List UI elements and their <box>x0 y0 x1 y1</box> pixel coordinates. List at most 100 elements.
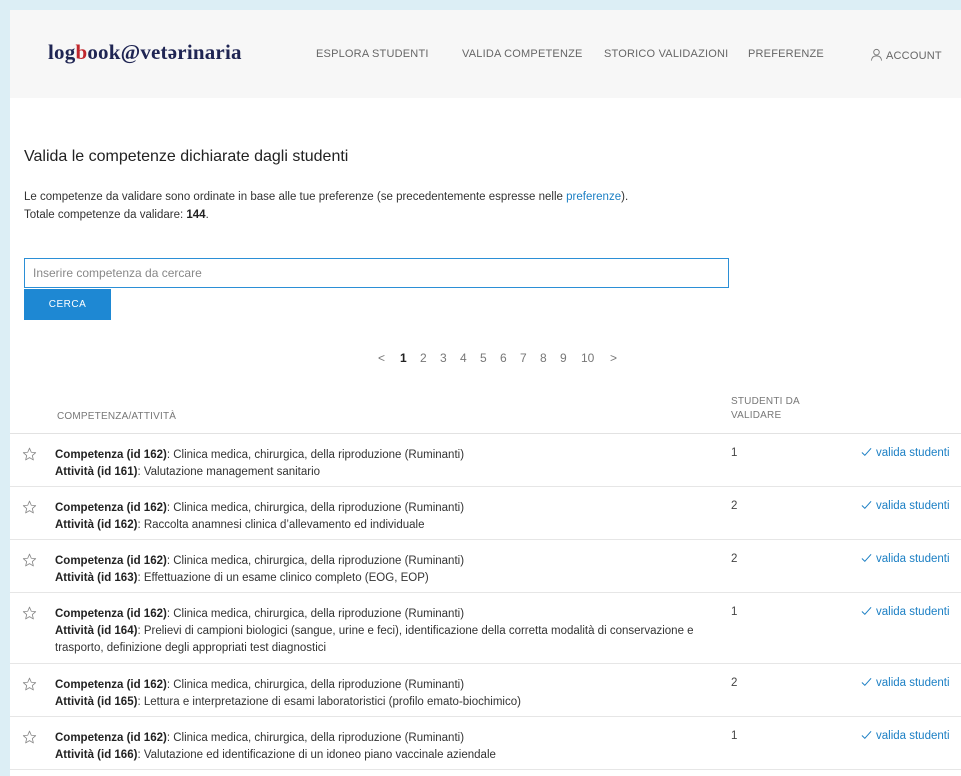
row-description: Competenza (id 162): Clinica medica, chi… <box>55 730 735 764</box>
description-text: ). <box>621 191 629 203</box>
nav-storico-validazioni[interactable]: STORICO VALIDAZIONI <box>604 48 728 60</box>
search-input[interactable] <box>24 258 729 288</box>
check-icon <box>861 677 872 687</box>
row-description: Competenza (id 162): Clinica medica, chi… <box>55 500 735 534</box>
competenza-text: : Clinica medica, chirurgica, della ripr… <box>166 449 465 461</box>
user-icon <box>870 48 883 61</box>
search-button[interactable]: CERCA <box>24 289 111 320</box>
attivita-label: Attività (id 164) <box>55 625 138 637</box>
competenza-text: : Clinica medica, chirurgica, della ripr… <box>166 555 465 567</box>
attivita-text: : Lettura e interpretazione di esami lab… <box>137 696 521 708</box>
valida-studenti-label: valida studenti <box>876 553 950 565</box>
nav-preferenze[interactable]: PREFERENZE <box>748 48 824 60</box>
valida-studenti-link[interactable]: valida studenti <box>861 553 950 565</box>
valida-studenti-link[interactable]: valida studenti <box>861 447 950 459</box>
page-7[interactable]: 7 <box>520 351 527 365</box>
studenti-count: 1 <box>731 730 738 742</box>
studenti-count: 2 <box>731 553 738 565</box>
attivita-label: Attività (id 165) <box>55 696 138 708</box>
table-row: Competenza (id 162): Clinica medica, chi… <box>10 664 961 717</box>
valida-studenti-label: valida studenti <box>876 500 950 512</box>
page-3[interactable]: 3 <box>440 351 447 365</box>
valida-studenti-label: valida studenti <box>876 447 950 459</box>
star-outline-icon[interactable] <box>22 447 37 462</box>
attivita-text: : Effettuazione di un esame clinico comp… <box>137 572 429 584</box>
check-icon <box>861 553 872 563</box>
valida-studenti-link[interactable]: valida studenti <box>861 677 950 689</box>
page-1[interactable]: 1 <box>400 351 407 365</box>
star-outline-icon[interactable] <box>22 606 37 621</box>
competenza-label: Competenza (id 162) <box>55 732 167 744</box>
table-row: Competenza (id 162): Clinica medica, chi… <box>10 434 961 487</box>
row-description: Competenza (id 162): Clinica medica, chi… <box>55 677 735 711</box>
page-prev[interactable]: < <box>378 351 385 365</box>
page-10[interactable]: 10 <box>581 351 594 365</box>
valida-studenti-label: valida studenti <box>876 730 950 742</box>
attivita-label: Attività (id 163) <box>55 572 138 584</box>
page-title: Valida le competenze dichiarate dagli st… <box>24 148 349 165</box>
total-suffix: . <box>205 209 209 221</box>
nav-valida-competenze[interactable]: VALIDA COMPETENZE <box>462 48 583 60</box>
check-icon <box>861 447 872 457</box>
preferenze-link[interactable]: preferenze <box>566 191 621 203</box>
valida-studenti-label: valida studenti <box>876 677 950 689</box>
attivita-text: : Valutazione management sanitario <box>137 466 321 478</box>
attivita-text: : Valutazione ed identificazione di un i… <box>137 749 496 761</box>
pagination: < 1 2 3 4 5 6 7 8 9 10 > <box>10 351 961 367</box>
attivita-text: : Raccolta anamnesi clinica d’allevament… <box>137 519 425 531</box>
valida-studenti-link[interactable]: valida studenti <box>861 730 950 742</box>
page-next[interactable]: > <box>610 351 617 365</box>
studenti-count: 1 <box>731 606 738 618</box>
studenti-count: 1 <box>731 447 738 459</box>
page-8[interactable]: 8 <box>540 351 547 365</box>
page-description: Le competenze da validare sono ordinate … <box>24 188 784 224</box>
page-2[interactable]: 2 <box>420 351 427 365</box>
attivita-label: Attività (id 166) <box>55 749 138 761</box>
row-description: Competenza (id 162): Clinica medica, chi… <box>55 606 735 657</box>
valida-studenti-link[interactable]: valida studenti <box>861 606 950 618</box>
competenza-label: Competenza (id 162) <box>55 555 167 567</box>
competenza-label: Competenza (id 162) <box>55 502 167 514</box>
star-outline-icon[interactable] <box>22 677 37 692</box>
attivita-label: Attività (id 162) <box>55 519 138 531</box>
competenza-text: : Clinica medica, chirurgica, della ripr… <box>166 732 465 744</box>
star-outline-icon[interactable] <box>22 553 37 568</box>
attivita-label: Attività (id 161) <box>55 466 138 478</box>
competenza-text: : Clinica medica, chirurgica, della ripr… <box>166 502 465 514</box>
app-frame: logbook@vetərinaria ESPLORA STUDENTI VAL… <box>10 10 961 776</box>
row-description: Competenza (id 162): Clinica medica, chi… <box>55 553 735 587</box>
competenza-text: : Clinica medica, chirurgica, della ripr… <box>166 679 465 691</box>
page-5[interactable]: 5 <box>480 351 487 365</box>
total-label: Totale competenze da validare: <box>24 209 187 221</box>
table-row: Competenza (id 162): Clinica medica, chi… <box>10 487 961 540</box>
star-outline-icon[interactable] <box>22 500 37 515</box>
column-header-studenti: STUDENTI DA VALIDARE <box>731 395 800 423</box>
competenza-label: Competenza (id 162) <box>55 449 167 461</box>
table-row: Competenza (id 162): Clinica medica, chi… <box>10 717 961 770</box>
table-row: Competenza (id 162): Clinica medica, chi… <box>10 540 961 593</box>
nav-esplora-studenti[interactable]: ESPLORA STUDENTI <box>316 48 429 60</box>
page-4[interactable]: 4 <box>460 351 467 365</box>
check-icon <box>861 500 872 510</box>
page-6[interactable]: 6 <box>500 351 507 365</box>
studenti-count: 2 <box>731 677 738 689</box>
main-nav: ESPLORA STUDENTI VALIDA COMPETENZE STORI… <box>10 48 961 64</box>
studenti-count: 2 <box>731 500 738 512</box>
page-9[interactable]: 9 <box>560 351 567 365</box>
check-icon <box>861 730 872 740</box>
account-menu[interactable]: ACCOUNT <box>870 48 942 62</box>
row-description: Competenza (id 162): Clinica medica, chi… <box>55 447 735 481</box>
column-header-competenza: COMPETENZA/ATTIVITÀ <box>57 411 177 422</box>
competenza-label: Competenza (id 162) <box>55 608 167 620</box>
star-outline-icon[interactable] <box>22 730 37 745</box>
account-label: ACCOUNT <box>886 50 942 62</box>
table-row: Competenza (id 162): Clinica medica, chi… <box>10 593 961 664</box>
column-header-studenti-line2: VALIDARE <box>731 410 782 421</box>
attivita-text: : Prelievi di campioni biologici (sangue… <box>55 625 694 654</box>
valida-studenti-label: valida studenti <box>876 606 950 618</box>
competenza-text: : Clinica medica, chirurgica, della ripr… <box>166 608 465 620</box>
column-header-studenti-line1: STUDENTI DA <box>731 396 800 407</box>
header: logbook@vetərinaria ESPLORA STUDENTI VAL… <box>10 10 961 98</box>
check-icon <box>861 606 872 616</box>
valida-studenti-link[interactable]: valida studenti <box>861 500 950 512</box>
